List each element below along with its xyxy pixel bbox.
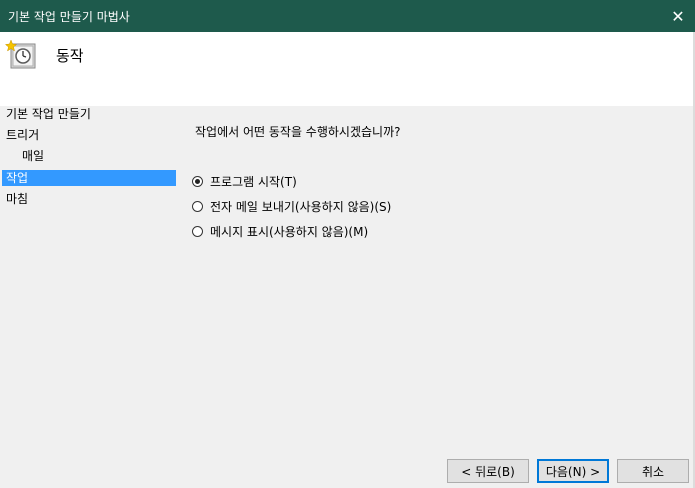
step-action[interactable]: 작업	[2, 170, 176, 186]
header-title: 동작	[56, 47, 84, 65]
radio-start-program[interactable]	[192, 175, 203, 187]
option-start-program[interactable]: 프로그램 시작(T)	[192, 173, 297, 189]
cancel-button[interactable]: 취소	[617, 459, 689, 483]
close-icon: ✕	[671, 6, 685, 26]
action-question: 작업에서 어떤 동작을 수행하시겠습니까?	[195, 125, 401, 139]
radio-display-message[interactable]	[192, 225, 203, 237]
option-label: 프로그램 시작(T)	[210, 174, 297, 189]
next-button[interactable]: 다음(N) >	[537, 459, 609, 483]
step-finish[interactable]: 마침	[2, 191, 176, 207]
step-create-basic-task[interactable]: 기본 작업 만들기	[2, 106, 176, 122]
option-send-email[interactable]: 전자 메일 보내기(사용하지 않음)(S)	[192, 198, 391, 214]
option-label: 전자 메일 보내기(사용하지 않음)(S)	[210, 199, 392, 214]
back-button[interactable]: < 뒤로(B)	[447, 459, 529, 483]
task-scheduler-clock-icon	[5, 39, 36, 69]
wizard-header: 동작	[0, 32, 693, 106]
radio-send-email[interactable]	[192, 200, 203, 212]
window-title: 기본 작업 만들기 마법사	[8, 10, 130, 24]
option-label: 메시지 표시(사용하지 않음)(M)	[210, 224, 369, 239]
option-display-message[interactable]: 메시지 표시(사용하지 않음)(M)	[192, 223, 368, 239]
step-daily[interactable]: 매일	[2, 148, 176, 164]
close-button[interactable]: ✕	[661, 0, 695, 32]
title-bar: 기본 작업 만들기 마법사 ✕	[0, 0, 695, 32]
step-trigger[interactable]: 트리거	[2, 127, 176, 143]
